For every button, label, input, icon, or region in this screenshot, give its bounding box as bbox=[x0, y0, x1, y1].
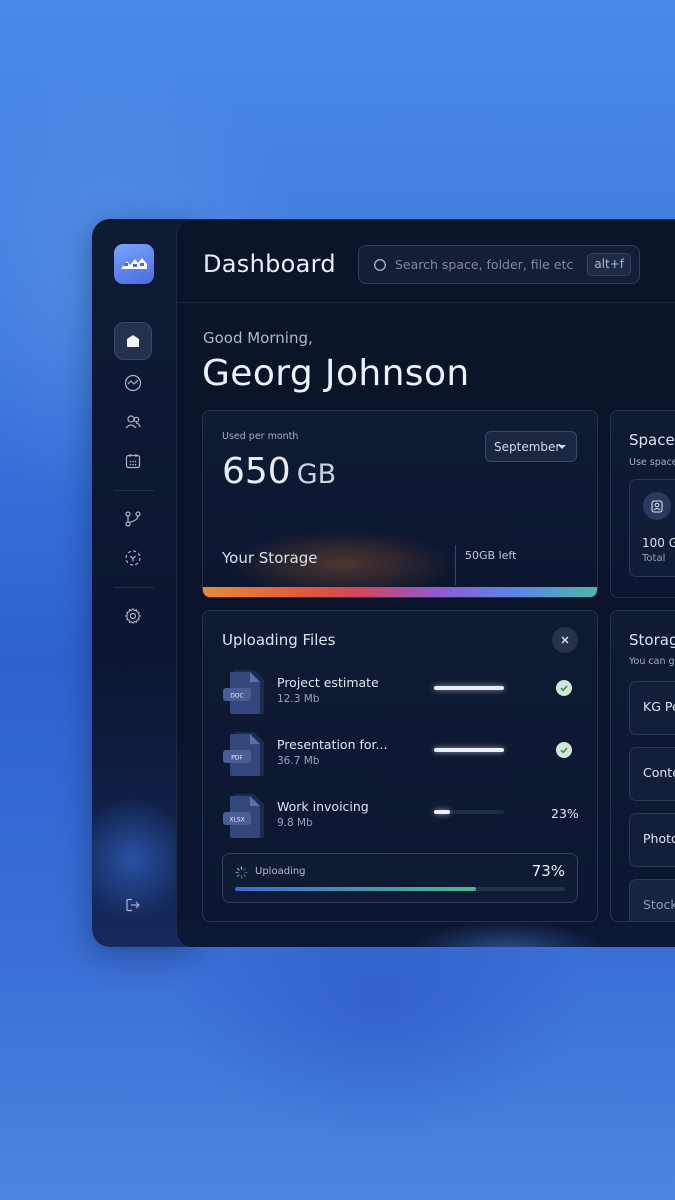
file-type-label: PDF bbox=[231, 755, 243, 762]
storage-bar bbox=[203, 587, 597, 597]
file-row[interactable]: PDF Presentation for... 36.7 Mb bbox=[222, 731, 582, 779]
nav-home[interactable] bbox=[114, 322, 152, 360]
space-avatar bbox=[643, 492, 671, 520]
space-title: Space bbox=[629, 431, 675, 449]
upload-total: Uploading 73% bbox=[222, 853, 578, 903]
storage-label: Your Storage bbox=[222, 549, 318, 567]
file-name: Work invoicing bbox=[277, 799, 369, 814]
storage-divider bbox=[455, 545, 456, 585]
storage-type-item[interactable]: Stock bbox=[629, 879, 675, 921]
close-button[interactable] bbox=[552, 627, 578, 653]
storage-left: 50GB left bbox=[465, 549, 517, 562]
space-item[interactable]: 100 GB Total bbox=[629, 479, 675, 577]
nav-target[interactable] bbox=[114, 539, 152, 577]
file-percent: 23% bbox=[551, 806, 579, 821]
nav-users[interactable] bbox=[114, 403, 152, 441]
nav-calendar[interactable] bbox=[114, 442, 152, 480]
file-size: 9.8 Mb bbox=[277, 817, 313, 829]
user-name: Georg Johnson bbox=[202, 353, 470, 394]
activity-icon bbox=[124, 374, 142, 392]
used-label: Used per month bbox=[222, 431, 299, 442]
file-name: Presentation for... bbox=[277, 737, 388, 752]
upload-total-track bbox=[235, 887, 565, 891]
check-circle-icon bbox=[556, 680, 572, 696]
settings-icon bbox=[124, 607, 142, 625]
space-card: Space Use space 100 GB Total bbox=[610, 410, 675, 598]
file-progress-track bbox=[434, 810, 504, 814]
nav-divider bbox=[114, 587, 154, 588]
file-progress-track bbox=[434, 748, 504, 752]
storage-types-card: Storage You can g KG Pe Conte Photo Stoc… bbox=[610, 610, 675, 922]
file-icon: XLSX bbox=[223, 794, 264, 838]
file-progress-fill bbox=[434, 748, 504, 752]
upload-card: Uploading Files DOC Project estimate 12.3 … bbox=[202, 610, 598, 922]
close-icon bbox=[561, 636, 569, 644]
file-progress-track bbox=[434, 686, 504, 690]
month-value: September bbox=[494, 439, 561, 454]
caret-down-icon bbox=[558, 445, 566, 449]
storage-type-item[interactable]: Conte bbox=[629, 747, 675, 801]
user-icon bbox=[651, 499, 663, 513]
file-icon: DOC bbox=[223, 670, 264, 714]
upload-total-label: Uploading bbox=[255, 866, 306, 877]
users-icon bbox=[125, 415, 141, 429]
upload-total-percent: 73% bbox=[531, 862, 565, 880]
file-row[interactable]: DOC Project estimate 12.3 Mb bbox=[222, 669, 582, 717]
storage-types-title: Storage bbox=[629, 631, 675, 649]
page-title: Dashboard bbox=[203, 250, 336, 278]
git-branch-icon bbox=[125, 511, 141, 527]
storage-types-subtitle: You can g bbox=[629, 656, 675, 667]
file-row[interactable]: XLSX Work invoicing 9.8 Mb 23% bbox=[222, 793, 582, 841]
used-unit: GB bbox=[296, 459, 337, 490]
upload-title: Uploading Files bbox=[222, 631, 336, 649]
nav-settings[interactable] bbox=[114, 597, 152, 635]
file-size: 36.7 Mb bbox=[277, 755, 320, 767]
main-panel: Dashboard Search space, folder, file etc… bbox=[176, 219, 675, 947]
check-circle-icon bbox=[556, 742, 572, 758]
space-value: 100 GB bbox=[642, 536, 675, 550]
logo-icon bbox=[121, 258, 147, 269]
file-size: 12.3 Mb bbox=[277, 693, 320, 705]
upload-total-fill bbox=[235, 887, 476, 891]
app-logo[interactable] bbox=[114, 244, 154, 284]
file-type-label: DOC bbox=[230, 693, 244, 700]
calendar-icon bbox=[125, 454, 141, 469]
file-name: Project estimate bbox=[277, 675, 379, 690]
file-icon: PDF bbox=[223, 732, 264, 776]
search-placeholder: Search space, folder, file etc bbox=[395, 257, 574, 272]
used-value: 650 GB bbox=[222, 451, 336, 492]
logout-button[interactable] bbox=[114, 886, 152, 924]
logout-icon bbox=[126, 898, 140, 912]
greeting: Good Morning, bbox=[203, 329, 313, 347]
storage-type-item[interactable]: Photo bbox=[629, 813, 675, 867]
search-icon bbox=[374, 258, 386, 271]
used-number: 650 bbox=[222, 451, 291, 492]
storage-type-item[interactable]: KG Pe bbox=[629, 681, 675, 735]
file-progress-fill bbox=[434, 686, 504, 690]
space-total-label: Total bbox=[642, 553, 666, 564]
file-progress-fill bbox=[434, 810, 451, 814]
month-select[interactable]: September bbox=[485, 431, 577, 462]
search-input[interactable]: Search space, folder, file etc alt+f bbox=[358, 245, 640, 284]
target-icon bbox=[125, 550, 141, 566]
nav-analytics[interactable] bbox=[114, 364, 152, 402]
home-icon bbox=[127, 335, 139, 347]
nav-divider bbox=[114, 490, 154, 491]
header-divider bbox=[177, 302, 675, 303]
file-type-label: XLSX bbox=[229, 817, 244, 824]
search-shortcut: alt+f bbox=[587, 253, 631, 276]
space-subtitle: Use space bbox=[629, 457, 675, 468]
nav-workflow[interactable] bbox=[114, 500, 152, 538]
spinner-icon bbox=[235, 866, 248, 879]
storage-card: Used per month 650 GB September Your Stor… bbox=[202, 410, 598, 598]
